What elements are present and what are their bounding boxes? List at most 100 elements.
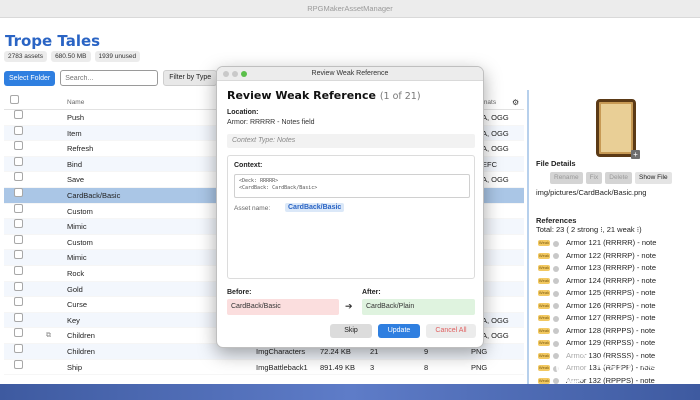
stat-assets: 2783 assets: [4, 51, 48, 62]
window-title: RPGMakerAssetManager: [307, 4, 393, 13]
status-dot-icon: [553, 303, 559, 309]
list-item[interactable]: Weak Armor 126 (RRRPS) - note: [538, 300, 656, 313]
row-checkbox[interactable]: [14, 125, 23, 135]
code-line: <Deck: RRRRR>: [239, 178, 279, 184]
maximize-window-icon[interactable]: [241, 71, 247, 77]
fix-button[interactable]: Fix: [585, 172, 603, 184]
weak-tag: Weak: [538, 240, 550, 246]
arrow-right-icon: ➔: [345, 301, 353, 311]
code-line: <CardBack: CardBack/Basic>: [239, 185, 318, 191]
status-dot-icon: [553, 240, 559, 247]
minimize-window-icon[interactable]: [232, 71, 238, 77]
reference-text: Armor 128 (RRPPS) - note: [566, 325, 656, 335]
select-folder-button[interactable]: Select Folder: [4, 70, 56, 86]
list-item[interactable]: Weak Armor 123 (RRRRP) - note: [538, 262, 656, 275]
dialog-heading-text: Review Weak Reference: [227, 89, 376, 102]
list-item[interactable]: Weak Armor 125 (RRRPS) - note: [538, 287, 656, 300]
status-dot-icon: [553, 253, 559, 259]
weak-tag: Weak: [538, 252, 550, 259]
row-checkbox[interactable]: [14, 265, 23, 275]
update-button[interactable]: Update: [378, 324, 420, 338]
row-checkbox[interactable]: [14, 110, 23, 119]
dialog-counter: (1 of 21): [379, 91, 421, 102]
row-checkbox[interactable]: [14, 234, 23, 244]
row-name: Key: [67, 315, 80, 325]
close-window-icon[interactable]: [223, 71, 229, 77]
context-box: Context: <Deck: RRRRR> <CardBack: CardBac…: [227, 155, 475, 279]
stat-unused: 1939 unused: [94, 51, 141, 62]
row-checkbox[interactable]: [14, 187, 23, 197]
toolbar: Select Folder Filter by Type: [4, 70, 218, 86]
reference-text: Armor 127 (RRRPS) - note: [566, 313, 656, 322]
row-formats: A, OGG: [482, 128, 509, 138]
row-checkbox[interactable]: [14, 219, 23, 229]
delete-button[interactable]: Delete: [605, 172, 633, 184]
reference-text: Armor 125 (RRRPS) - note: [566, 288, 656, 297]
row-checkbox[interactable]: [14, 312, 23, 322]
rename-button[interactable]: Rename: [550, 172, 583, 184]
row-formats: EFC: [482, 159, 497, 169]
row-name: CardBack/Basic: [67, 190, 121, 200]
row-checkbox[interactable]: [14, 203, 23, 213]
reference-text: Armor 126 (RRRPS) - note: [566, 300, 656, 310]
column-name[interactable]: Name: [67, 95, 84, 110]
dialog-heading: Review Weak Reference (1 of 21): [227, 89, 421, 102]
list-item[interactable]: Weak Armor 132 (RPPPS) - note: [538, 375, 656, 384]
search-input[interactable]: [60, 70, 159, 86]
row-checkbox[interactable]: [14, 359, 23, 369]
list-item[interactable]: Weak Armor 121 (RRRRR) - note: [538, 237, 656, 250]
row-checkbox[interactable]: [14, 172, 23, 182]
cancel-all-button[interactable]: Cancel All: [426, 324, 476, 338]
list-item[interactable]: Weak Armor 129 (RRPSS) - note: [538, 337, 656, 350]
show-file-button[interactable]: Show File: [635, 172, 672, 184]
row-name: Rock: [67, 268, 85, 278]
location-label: Location:: [227, 109, 259, 116]
status-dot-icon: [553, 290, 559, 297]
row-checkbox[interactable]: [14, 141, 23, 151]
app-title: Trope Tales: [5, 32, 101, 50]
panel-divider[interactable]: [527, 90, 529, 384]
weak-tag: Weak: [538, 302, 550, 309]
row-formats: A, OGG: [482, 144, 509, 154]
row-name: Curse: [67, 300, 88, 310]
list-item[interactable]: Weak Armor 127 (RRRPS) - note: [538, 312, 656, 325]
row-checkbox[interactable]: [14, 250, 23, 260]
skip-button[interactable]: Skip: [330, 324, 372, 338]
row-checkbox[interactable]: [14, 281, 23, 291]
os-taskbar: [0, 384, 700, 400]
row-name: Item: [67, 128, 82, 138]
row-checkbox[interactable]: [14, 156, 23, 166]
list-item[interactable]: Weak Armor 122 (RRRRP) - note: [538, 250, 656, 263]
status-dot-icon: [553, 265, 559, 272]
select-all-checkbox[interactable]: [10, 95, 19, 104]
weak-tag: Weak: [538, 277, 550, 284]
row-name: Children: [67, 346, 95, 356]
weak-tag: Weak: [538, 352, 550, 359]
card-back-image: [596, 99, 636, 157]
row-name: Ship: [67, 362, 83, 372]
asset-name-label: Asset name:: [234, 205, 271, 212]
row-checkbox[interactable]: [14, 343, 23, 353]
gear-icon[interactable]: ⚙: [512, 95, 519, 110]
row-size: 891.49 KB: [320, 362, 356, 372]
reference-text: Armor 122 (RRRRP) - note: [566, 250, 657, 260]
watermark-logo-icon: [556, 349, 590, 383]
dialog-titlebar: Review Weak Reference: [217, 67, 483, 81]
filter-by-type-button[interactable]: Filter by Type: [163, 70, 218, 86]
row-format: PNG: [471, 362, 488, 372]
dialog-window-title: Review Weak Reference: [311, 70, 389, 77]
table-row[interactable]: Ship ImgBattleback1 891.49 KB 3 8 PNG: [4, 359, 524, 376]
zoom-plus-icon[interactable]: +: [631, 150, 640, 159]
reference-text: Armor 123 (RRRRP) - note: [566, 263, 657, 272]
reference-text: Armor 124 (RRRRP) - note: [566, 275, 657, 285]
column-formats[interactable]: mats: [482, 95, 496, 110]
weak-tag: Weak: [538, 290, 550, 296]
row-formats: A, OGG: [482, 315, 509, 325]
row-checkbox[interactable]: [14, 297, 23, 307]
list-item[interactable]: Weak Armor 124 (RRRRP) - note: [538, 275, 656, 288]
stat-size: 680.50 MB: [51, 51, 91, 62]
list-item[interactable]: Weak Armor 128 (RRPPS) - note: [538, 325, 656, 338]
before-label: Before:: [227, 289, 252, 296]
status-dot-icon: [553, 328, 559, 334]
row-checkbox[interactable]: [14, 328, 23, 338]
